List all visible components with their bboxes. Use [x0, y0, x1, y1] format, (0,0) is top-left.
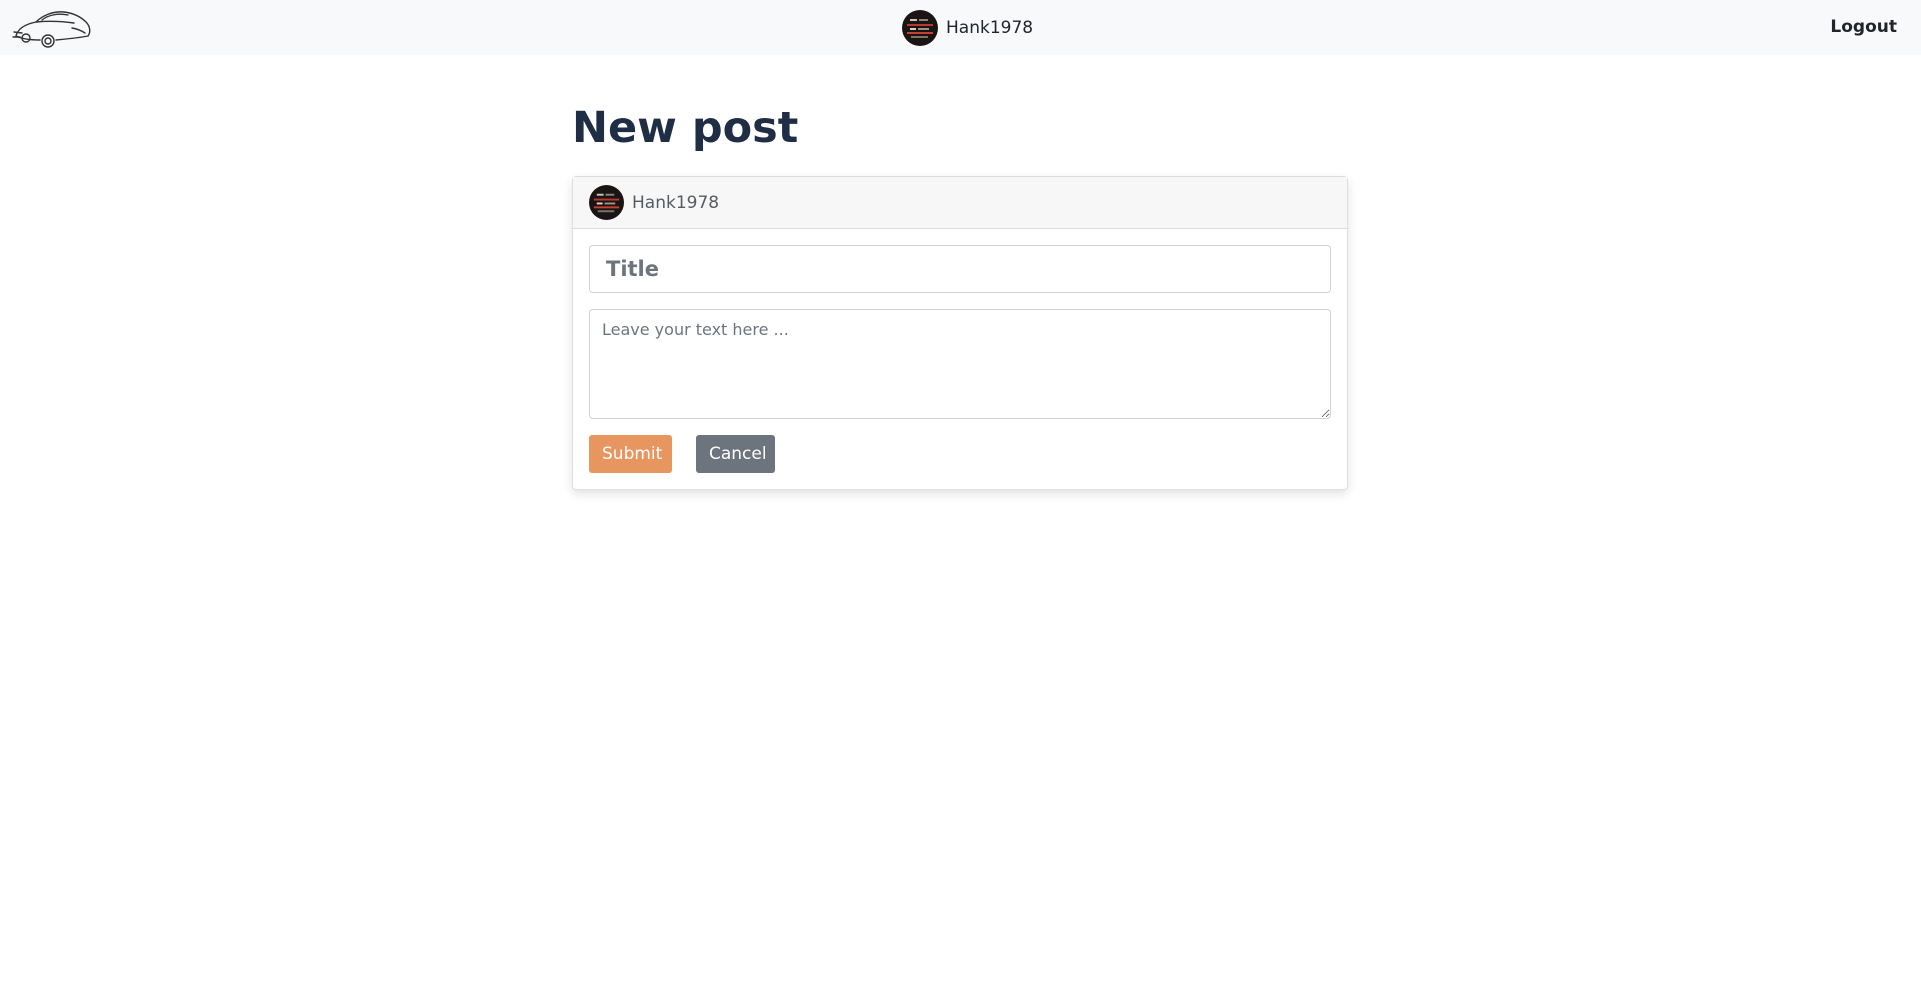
car-logo-icon[interactable]: [12, 6, 92, 50]
logout-link[interactable]: Logout: [1830, 17, 1897, 37]
new-post-card: Hank1978 Submit Cancel: [572, 176, 1348, 490]
user-avatar[interactable]: [902, 10, 938, 46]
author-username: Hank1978: [632, 192, 720, 213]
navbar: Hank1978 Logout: [0, 0, 1921, 55]
post-text-area[interactable]: [589, 309, 1331, 419]
page-title: New post: [572, 103, 799, 153]
title-input[interactable]: [589, 245, 1331, 293]
nav-username[interactable]: Hank1978: [946, 18, 1033, 38]
submit-button[interactable]: Submit: [589, 435, 672, 473]
author-avatar: [589, 185, 624, 220]
nav-user[interactable]: Hank1978: [902, 10, 1033, 46]
card-header: Hank1978: [573, 177, 1347, 229]
cancel-button[interactable]: Cancel: [696, 435, 775, 473]
